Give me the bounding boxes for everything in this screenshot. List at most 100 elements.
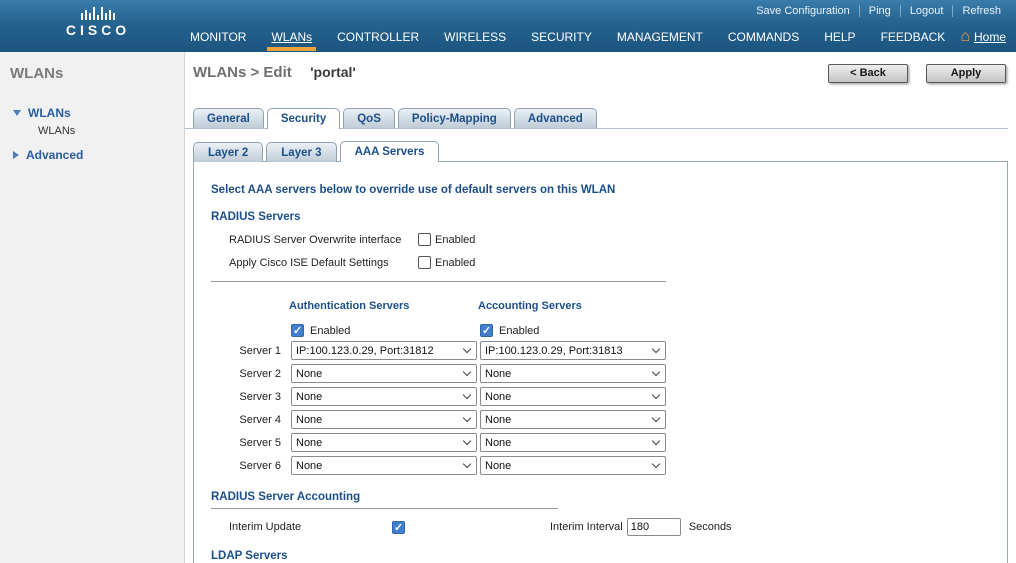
nav-item-monitor[interactable]: MONITOR bbox=[190, 21, 246, 52]
page-title: WLANs > Edit bbox=[193, 64, 292, 81]
server-row-3: Server 3 None None bbox=[211, 387, 1007, 406]
auth-enabled-checkbox[interactable] bbox=[291, 324, 304, 337]
save-configuration-link[interactable]: Save Configuration bbox=[747, 5, 859, 17]
collapse-arrow-icon bbox=[13, 110, 21, 116]
interim-interval-input[interactable] bbox=[627, 518, 681, 536]
server-column-headers: Authentication Servers Accounting Server… bbox=[211, 300, 1007, 312]
ldap-servers-heading: LDAP Servers bbox=[211, 550, 1007, 562]
subtab-layer2[interactable]: Layer 2 bbox=[193, 142, 263, 162]
accounting-servers-heading: Accounting Servers bbox=[478, 300, 582, 312]
ise-default-checkbox[interactable] bbox=[418, 256, 431, 269]
server-1-auth-select[interactable]: IP:100.123.0.29, Port:31812 bbox=[291, 341, 477, 360]
nav-item-wireless[interactable]: WIRELESS bbox=[444, 21, 506, 52]
tab-security[interactable]: Security bbox=[267, 108, 340, 129]
server-6-label: Server 6 bbox=[211, 460, 291, 472]
logout-link[interactable]: Logout bbox=[900, 5, 953, 17]
server-row-6: Server 6 None None bbox=[211, 456, 1007, 475]
server-6-auth-select[interactable]: None bbox=[291, 456, 477, 475]
chevron-down-icon bbox=[652, 414, 660, 422]
server-row-5: Server 5 None None bbox=[211, 433, 1007, 452]
server-row-2: Server 2 None None bbox=[211, 364, 1007, 383]
chevron-down-icon bbox=[463, 345, 471, 353]
tab-general[interactable]: General bbox=[193, 108, 264, 128]
server-row-1: Server 1 IP:100.123.0.29, Port:31812 IP:… bbox=[211, 341, 1007, 360]
authentication-servers-heading: Authentication Servers bbox=[289, 300, 478, 312]
nav-item-help[interactable]: HELP bbox=[824, 21, 855, 52]
wlan-name: 'portal' bbox=[310, 64, 356, 80]
chevron-down-icon bbox=[652, 391, 660, 399]
refresh-link[interactable]: Refresh bbox=[952, 5, 1010, 17]
expand-arrow-icon bbox=[13, 151, 19, 159]
app-header: Save Configuration Ping Logout Refresh C… bbox=[0, 0, 1016, 52]
breadcrumb: WLANs > Edit 'portal' bbox=[193, 64, 356, 82]
server-5-auth-select[interactable]: None bbox=[291, 433, 477, 452]
server-4-auth-select[interactable]: None bbox=[291, 410, 477, 429]
server-2-auth-select[interactable]: None bbox=[291, 364, 477, 383]
server-3-acct-select[interactable]: None bbox=[480, 387, 666, 406]
sidebar-item-wlans-child[interactable]: WLANs bbox=[0, 123, 184, 145]
section-divider bbox=[211, 281, 666, 282]
main-content: WLANs > Edit 'portal' < Back Apply Gener… bbox=[185, 52, 1016, 563]
tab-bar: General Security QoS Policy-Mapping Adva… bbox=[185, 105, 1008, 129]
sidebar-title: WLANs bbox=[0, 52, 184, 82]
apply-button[interactable]: Apply bbox=[926, 64, 1006, 83]
tab-policy-mapping[interactable]: Policy-Mapping bbox=[398, 108, 511, 128]
radius-overwrite-checkbox[interactable] bbox=[418, 233, 431, 246]
ping-link[interactable]: Ping bbox=[859, 5, 900, 17]
nav-item-wlans[interactable]: WLANs bbox=[271, 21, 312, 52]
ise-default-label: Apply Cisco ISE Default Settings bbox=[229, 257, 418, 269]
radius-overwrite-row: RADIUS Server Overwrite interface Enable… bbox=[229, 233, 1007, 246]
home-icon: ⌂ bbox=[960, 29, 970, 45]
chevron-down-icon bbox=[652, 460, 660, 468]
aaa-servers-panel: Select AAA servers below to override use… bbox=[193, 161, 1008, 563]
server-6-acct-select[interactable]: None bbox=[480, 456, 666, 475]
server-1-acct-select[interactable]: IP:100.123.0.29, Port:31813 bbox=[480, 341, 666, 360]
server-3-label: Server 3 bbox=[211, 391, 291, 403]
server-3-auth-select[interactable]: None bbox=[291, 387, 477, 406]
acct-enabled-label: Enabled bbox=[499, 325, 539, 337]
cisco-logo-bars-icon bbox=[60, 7, 136, 20]
interim-update-label: Interim Update bbox=[229, 521, 392, 533]
security-subtab-bar: Layer 2 Layer 3 AAA Servers bbox=[185, 139, 1016, 162]
chevron-down-icon bbox=[463, 460, 471, 468]
server-4-label: Server 4 bbox=[211, 414, 291, 426]
nav-item-controller[interactable]: CONTROLLER bbox=[337, 21, 419, 52]
ise-enabled-label: Enabled bbox=[435, 257, 475, 269]
tab-advanced[interactable]: Advanced bbox=[514, 108, 597, 128]
server-1-label: Server 1 bbox=[211, 345, 291, 357]
chevron-down-icon bbox=[652, 345, 660, 353]
aaa-intro-text: Select AAA servers below to override use… bbox=[211, 184, 1007, 196]
radius-overwrite-label: RADIUS Server Overwrite interface bbox=[229, 234, 418, 246]
server-2-acct-select[interactable]: None bbox=[480, 364, 666, 383]
ise-default-row: Apply Cisco ISE Default Settings Enabled bbox=[229, 256, 1007, 269]
interim-update-checkbox[interactable] bbox=[392, 521, 405, 534]
server-row-4: Server 4 None None bbox=[211, 410, 1007, 429]
toolbar: WLANs > Edit 'portal' < Back Apply bbox=[185, 52, 1016, 105]
back-button[interactable]: < Back bbox=[828, 64, 908, 83]
server-4-acct-select[interactable]: None bbox=[480, 410, 666, 429]
tab-qos[interactable]: QoS bbox=[343, 108, 395, 128]
chevron-down-icon bbox=[463, 391, 471, 399]
accounting-divider bbox=[211, 508, 558, 509]
acct-enabled-checkbox[interactable] bbox=[480, 324, 493, 337]
nav-item-management[interactable]: MANAGEMENT bbox=[617, 21, 703, 52]
radius-accounting-heading: RADIUS Server Accounting bbox=[211, 491, 1007, 503]
nav-item-commands[interactable]: COMMANDS bbox=[728, 21, 799, 52]
chevron-down-icon bbox=[652, 368, 660, 376]
interim-interval-label: Interim Interval bbox=[550, 521, 623, 533]
nav-item-security[interactable]: SECURITY bbox=[531, 21, 592, 52]
main-nav: MONITOR WLANs CONTROLLER WIRELESS SECURI… bbox=[0, 21, 1016, 52]
sidebar-item-advanced[interactable]: Advanced bbox=[0, 145, 184, 165]
server-2-label: Server 2 bbox=[211, 368, 291, 380]
sidebar-tree: WLANs WLANs Advanced bbox=[0, 103, 184, 165]
subtab-aaa-servers[interactable]: AAA Servers bbox=[340, 141, 440, 162]
seconds-label: Seconds bbox=[689, 521, 732, 533]
sidebar-item-wlans[interactable]: WLANs bbox=[0, 103, 184, 123]
nav-item-feedback[interactable]: FEEDBACK bbox=[881, 21, 946, 52]
interim-row: Interim Update Interim Interval Seconds bbox=[211, 518, 1007, 536]
server-5-acct-select[interactable]: None bbox=[480, 433, 666, 452]
sidebar: WLANs WLANs WLANs Advanced bbox=[0, 52, 185, 563]
subtab-layer3[interactable]: Layer 3 bbox=[266, 142, 336, 162]
home-link[interactable]: ⌂ Home bbox=[960, 21, 1006, 52]
top-links-bar: Save Configuration Ping Logout Refresh bbox=[0, 0, 1016, 21]
